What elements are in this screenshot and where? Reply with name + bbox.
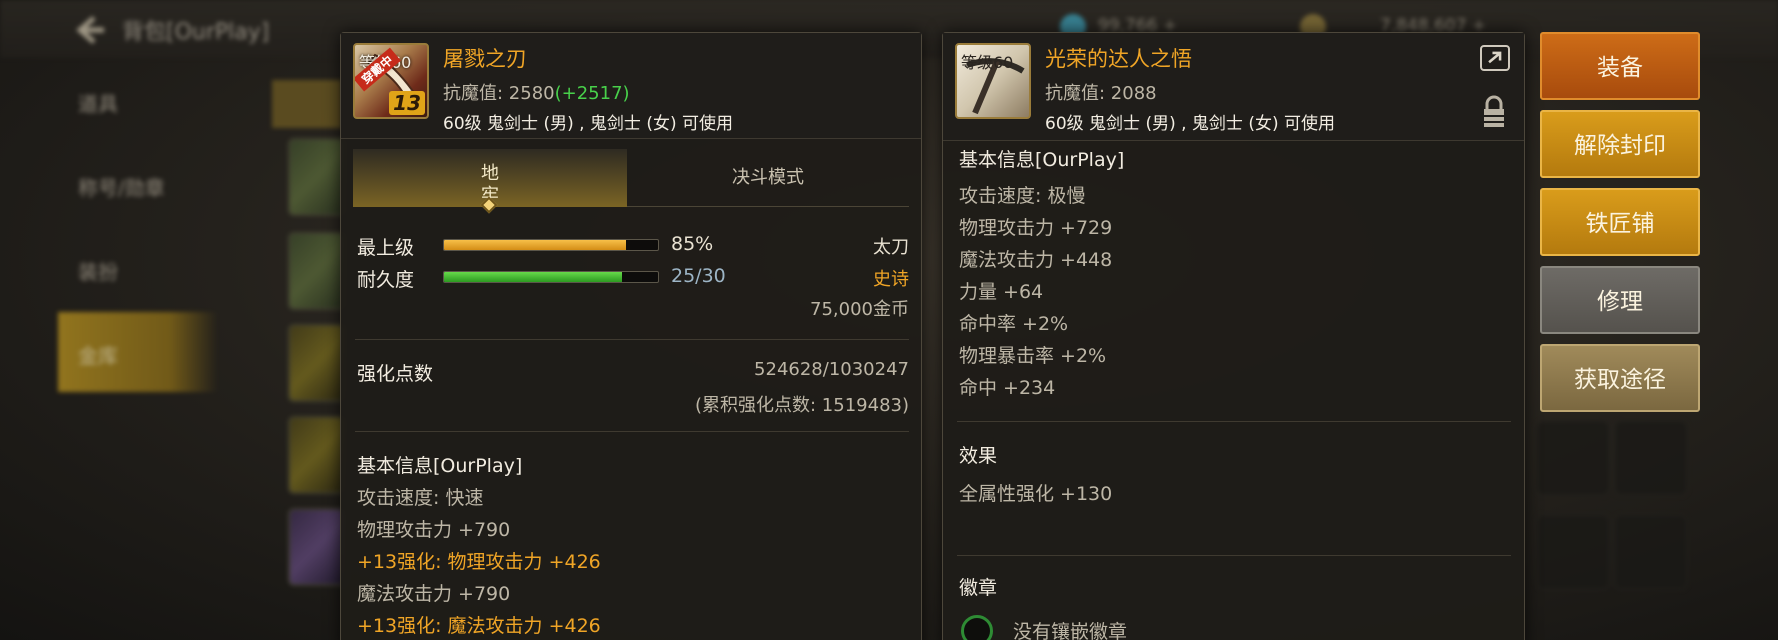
item-price: 75,000金币	[810, 299, 909, 320]
stat-magic-attack: 魔法攻击力 +790	[357, 583, 511, 605]
grade-label: 最上级	[357, 237, 415, 259]
grid-slot[interactable]	[1536, 420, 1610, 496]
category-items[interactable]: 道具	[78, 88, 118, 117]
enhance-level-badge: 13	[389, 91, 425, 115]
stat-strength: 力量 +64	[959, 281, 1044, 303]
stat-magic-attack: 魔法攻击力 +448	[959, 249, 1113, 271]
grid-slot[interactable]	[1614, 514, 1688, 590]
inventory-slot[interactable]	[288, 508, 346, 586]
magic-resist-value: 抗魔值: 2580	[443, 83, 555, 104]
category-vault[interactable]: 金库	[78, 340, 118, 369]
magic-resist: 抗魔值: 2088	[1045, 83, 1157, 104]
grade-bar-fill	[444, 240, 626, 250]
basic-info-title: 基本信息[OurPlay]	[959, 149, 1125, 171]
enhance-points-total: (累积强化点数: 1519483)	[695, 395, 909, 416]
item-header: 等级60 光荣的达人之悟 抗魔值: 2088 60级 鬼剑士 (男) , 鬼剑士…	[943, 33, 1524, 141]
share-icon[interactable]	[1480, 45, 1510, 71]
weapon-type: 太刀	[873, 237, 909, 258]
item-level: 等级60	[961, 53, 1014, 72]
equip-button[interactable]: 装备	[1540, 32, 1700, 100]
stat-attack-speed: 攻击速度: 极慢	[959, 185, 1086, 207]
stat-crit-rate: 物理暴击率 +2%	[959, 345, 1107, 367]
inventory-slot[interactable]	[288, 138, 346, 216]
grade-bar	[443, 239, 659, 251]
stat-attack-speed: 攻击速度: 快速	[357, 487, 484, 509]
item-header: 等级60 穿戴中 13 屠戮之刃 抗魔值: 2580(+2517) 60级 鬼剑…	[341, 33, 921, 139]
magic-resist: 抗魔值: 2580(+2517)	[443, 79, 630, 105]
stat-enhance-physical: +13强化: 物理攻击力 +426	[357, 551, 601, 573]
class-requirement: 60级 鬼剑士 (男) , 鬼剑士 (女) 可使用	[443, 114, 733, 134]
equipped-item-tooltip: 等级60 穿戴中 13 屠戮之刃 抗魔值: 2580(+2517) 60级 鬼剑…	[340, 32, 922, 640]
emblem-title: 徽章	[959, 577, 998, 599]
mode-tabs: 地 牢 决斗模式	[353, 149, 909, 214]
effect-text: 全属性强化 +130	[959, 483, 1113, 505]
basic-info-title: 基本信息[OurPlay]	[357, 455, 523, 477]
inventory-slot[interactable]	[288, 416, 346, 494]
item-rarity: 史诗	[873, 269, 909, 290]
class-requirement: 60级 鬼剑士 (男) , 鬼剑士 (女) 可使用	[1045, 114, 1335, 134]
category-titles[interactable]: 称号/勋章	[78, 172, 165, 201]
durability-bar-fill	[444, 272, 623, 282]
empty-emblem-socket-icon	[961, 615, 993, 640]
game-screen: 背包[OurPlay] 99,766 + 7,848,607 + 道具 称号/勋…	[0, 0, 1778, 640]
unseal-button[interactable]: 解除封印	[1540, 110, 1700, 178]
divider	[355, 339, 909, 340]
tab-duel-mode[interactable]: 决斗模式	[627, 149, 909, 207]
pickaxe-item-icon: 等级60	[955, 43, 1031, 119]
inventory-slot[interactable]	[288, 232, 346, 310]
grid-slot[interactable]	[1614, 420, 1688, 496]
bag-title: 背包[OurPlay]	[122, 20, 270, 45]
back-arrow-icon[interactable]	[72, 12, 108, 48]
stat-physical-attack: 物理攻击力 +790	[357, 519, 511, 541]
durability-value: 25/30	[671, 265, 726, 287]
enhance-points-label: 强化点数	[357, 363, 434, 385]
category-avatar[interactable]: 装扮	[78, 256, 118, 285]
effect-title: 效果	[959, 445, 998, 467]
item-name: 屠戮之刃	[443, 47, 527, 71]
magic-resist-bonus: (+2517)	[554, 83, 630, 104]
grid-slot[interactable]	[1536, 514, 1610, 590]
divider	[957, 555, 1511, 556]
stat-physical-attack: 物理攻击力 +729	[959, 217, 1113, 239]
divider	[957, 421, 1511, 422]
lock-icon[interactable]	[1482, 95, 1506, 129]
inventory-slot[interactable]	[288, 324, 346, 402]
obtain-source-button[interactable]: 获取途径	[1540, 344, 1700, 412]
durability-bar	[443, 271, 659, 283]
compare-item-tooltip: 等级60 光荣的达人之悟 抗魔值: 2088 60级 鬼剑士 (男) , 鬼剑士…	[942, 32, 1525, 640]
durability-label: 耐久度	[357, 269, 415, 291]
grade-percent: 85%	[671, 233, 714, 255]
stat-hit-rate: 命中率 +2%	[959, 313, 1069, 335]
item-name: 光荣的达人之悟	[1045, 47, 1192, 71]
divider	[355, 431, 909, 432]
emblem-text: 没有镶嵌徽章	[1013, 621, 1128, 640]
enhance-points-value: 524628/1030247	[754, 359, 909, 380]
sword-item-icon: 等级60 穿戴中 13	[353, 43, 429, 119]
tab-dungeon[interactable]: 地 牢	[353, 149, 627, 214]
inventory-tab[interactable]	[272, 80, 342, 128]
blacksmith-button[interactable]: 铁匠铺	[1540, 188, 1700, 256]
repair-button[interactable]: 修理	[1540, 266, 1700, 334]
stat-hit: 命中 +234	[959, 377, 1056, 399]
stat-enhance-magic: +13强化: 魔法攻击力 +426	[357, 615, 601, 637]
